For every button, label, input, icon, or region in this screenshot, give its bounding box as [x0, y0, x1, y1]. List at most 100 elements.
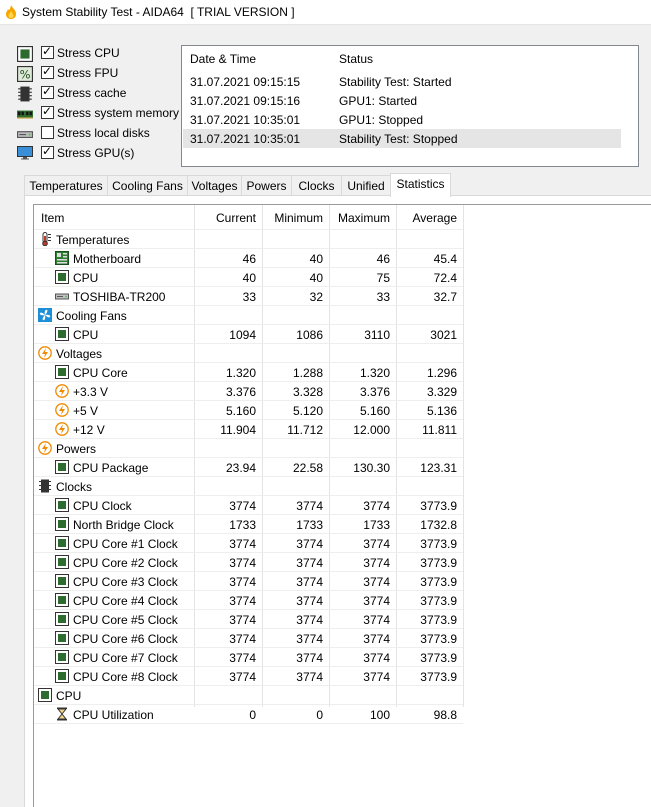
group-label: Powers: [56, 442, 97, 456]
value-average: 3773.9: [420, 670, 457, 684]
log-row[interactable]: 31.07.2021 10:35:01 Stability Test: Stopp…: [183, 129, 621, 148]
table-row[interactable]: CPU Core #1 Clock 3774 3774 3774 3773.9: [34, 534, 464, 553]
table-row[interactable]: +12 V 11.904 11.712 12.000 11.811: [34, 420, 464, 439]
item-name: +5 V: [73, 404, 99, 418]
item-name: North Bridge Clock: [73, 518, 174, 532]
value-current: 3774: [229, 575, 256, 589]
value-current: 3774: [229, 556, 256, 570]
event-log[interactable]: Date & Time Status 31.07.2021 09:15:15 St…: [181, 45, 639, 167]
checkmark-icon: ✓: [42, 104, 53, 118]
value-minimum: 3774: [296, 499, 323, 513]
group-label: Clocks: [56, 480, 93, 494]
table-row[interactable]: CPU Core #5 Clock 3774 3774 3774 3773.9: [34, 610, 464, 629]
stress-gpu-s-label[interactable]: Stress GPU(s): [57, 146, 134, 160]
table-row[interactable]: CPU Core #3 Clock 3774 3774 3774 3773.9: [34, 572, 464, 591]
table-row[interactable]: CPU Package 23.94 22.58 130.30 123.31: [34, 458, 464, 477]
stress-cache-label[interactable]: Stress cache: [57, 86, 126, 100]
stress-fpu-label[interactable]: Stress FPU: [57, 66, 118, 80]
value-average: 3773.9: [420, 556, 457, 570]
table-row[interactable]: CPU Core #8 Clock 3774 3774 3774 3773.9: [34, 667, 464, 686]
stress-system-memory-checkbox[interactable]: ✓: [41, 104, 54, 119]
table-row[interactable]: TOSHIBA-TR200 33 32 33 32.7: [34, 287, 464, 306]
item-name: CPU Utilization: [73, 708, 154, 722]
stress-cpu-label[interactable]: Stress CPU: [57, 46, 120, 60]
monitor-icon: [17, 146, 33, 160]
value-maximum: 3774: [363, 575, 390, 589]
tab-temperatures[interactable]: Temperatures: [24, 175, 108, 196]
option-stress-system-memory[interactable]: ✓ Stress system memory: [17, 104, 187, 123]
table-row[interactable]: CPU Core #7 Clock 3774 3774 3774 3773.9: [34, 648, 464, 667]
value-maximum: 3774: [363, 556, 390, 570]
stress-fpu-checkbox[interactable]: ✓: [41, 64, 54, 79]
memory-icon: [17, 106, 33, 120]
option-stress-gpu-s[interactable]: ✓ Stress GPU(s): [17, 144, 187, 163]
value-minimum: 22.58: [292, 461, 323, 475]
item-name: CPU: [73, 271, 99, 285]
table-row[interactable]: CPU Core 1.320 1.288 1.320 1.296: [34, 363, 464, 382]
tab-cooling-fans[interactable]: Cooling Fans: [107, 175, 188, 196]
stress-local-disks-checkbox[interactable]: [41, 126, 54, 139]
value-average: 3773.9: [420, 537, 457, 551]
fan-icon: [38, 308, 52, 322]
table-row[interactable]: CPU Clock 3774 3774 3774 3773.9: [34, 496, 464, 515]
tab-statistics[interactable]: Statistics: [390, 173, 451, 197]
option-stress-cpu[interactable]: ✓ Stress CPU: [17, 44, 187, 63]
value-current: 33: [242, 290, 256, 304]
log-column-date[interactable]: Date & Time: [190, 52, 256, 66]
table-row[interactable]: CPU Core #6 Clock 3774 3774 3774 3773.9: [34, 629, 464, 648]
log-row[interactable]: 31.07.2021 09:15:15 Stability Test: Start…: [183, 72, 621, 91]
thermometer-icon: [38, 232, 52, 247]
table-row[interactable]: CPU Core #4 Clock 3774 3774 3774 3773.9: [34, 591, 464, 610]
table-row[interactable]: CPU 1094 1086 3110 3021: [34, 325, 464, 344]
group-row[interactable]: Cooling Fans: [34, 306, 464, 325]
value-minimum: 3.328: [292, 385, 323, 399]
option-stress-cache[interactable]: ✓ Stress cache: [17, 84, 187, 103]
tab-powers[interactable]: Powers: [241, 175, 292, 196]
group-row[interactable]: Voltages: [34, 344, 464, 363]
group-row[interactable]: Powers: [34, 439, 464, 458]
stress-local-disks-label[interactable]: Stress local disks: [57, 126, 150, 140]
table-row[interactable]: +3.3 V 3.376 3.328 3.376 3.329: [34, 382, 464, 401]
tab-clocks[interactable]: Clocks: [291, 175, 342, 196]
value-current: 0: [249, 708, 256, 722]
log-column-status[interactable]: Status: [339, 52, 373, 66]
item-name: CPU Core #5 Clock: [73, 613, 178, 627]
cpu-chip-icon: [38, 688, 52, 702]
value-minimum: 3774: [296, 556, 323, 570]
stress-cache-checkbox[interactable]: ✓: [41, 84, 54, 99]
stress-cpu-checkbox[interactable]: ✓: [41, 44, 54, 59]
value-maximum: 3.376: [359, 385, 390, 399]
value-minimum: 3774: [296, 651, 323, 665]
stress-gpu-s-checkbox[interactable]: ✓: [41, 144, 54, 159]
log-row[interactable]: 31.07.2021 10:35:01 GPU1: Stopped: [183, 110, 621, 129]
value-maximum: 12.000: [353, 423, 390, 437]
table-row[interactable]: +5 V 5.160 5.120 5.160 5.136: [34, 401, 464, 420]
table-row[interactable]: Motherboard 46 40 46 45.4: [34, 249, 464, 268]
value-minimum: 5.120: [292, 404, 323, 418]
log-row[interactable]: 31.07.2021 09:15:16 GPU1: Started: [183, 91, 621, 110]
value-maximum: 3774: [363, 499, 390, 513]
value-maximum: 3774: [363, 651, 390, 665]
table-row[interactable]: CPU Core #2 Clock 3774 3774 3774 3773.9: [34, 553, 464, 572]
group-row[interactable]: CPU: [34, 686, 464, 705]
value-current: 5.160: [225, 404, 256, 418]
item-name: CPU Clock: [73, 499, 132, 513]
value-current: 3.376: [225, 385, 256, 399]
group-row[interactable]: Clocks: [34, 477, 464, 496]
value-minimum: 1.288: [292, 366, 323, 380]
table-row[interactable]: North Bridge Clock 1733 1733 1733 1732.8: [34, 515, 464, 534]
value-average: 45.4: [433, 252, 457, 266]
value-current: 3774: [229, 499, 256, 513]
tab-unified[interactable]: Unified: [341, 175, 391, 196]
option-stress-local-disks[interactable]: Stress local disks: [17, 125, 187, 143]
table-row[interactable]: CPU Utilization 0 0 100 98.8: [34, 705, 464, 724]
log-datetime: 31.07.2021 09:15:15: [190, 75, 301, 89]
stress-system-memory-label[interactable]: Stress system memory: [57, 106, 179, 120]
tab-voltages[interactable]: Voltages: [187, 175, 242, 196]
value-current: 3774: [229, 537, 256, 551]
option-stress-fpu[interactable]: % ✓ Stress FPU: [17, 64, 187, 83]
group-row[interactable]: Temperatures: [34, 230, 464, 249]
value-minimum: 3774: [296, 613, 323, 627]
table-row[interactable]: CPU 40 40 75 72.4: [34, 268, 464, 287]
value-minimum: 40: [309, 252, 323, 266]
